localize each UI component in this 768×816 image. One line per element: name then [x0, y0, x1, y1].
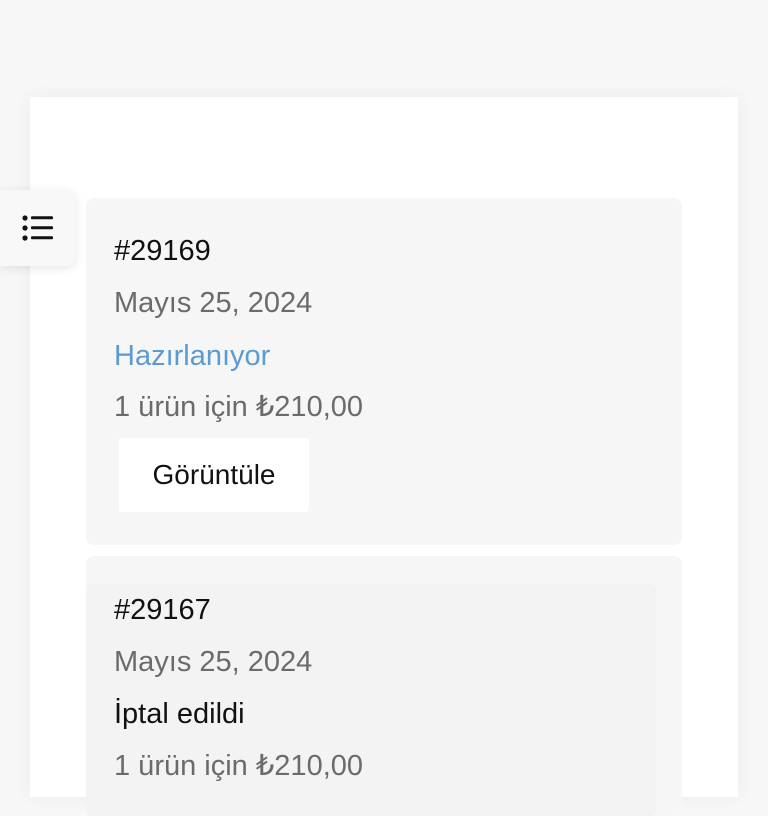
order-card: #29167 Mayıs 25, 2024 İptal edildi 1 ürü… [86, 556, 682, 816]
order-number: #29167 [114, 594, 211, 626]
order-summary: 1 ürün için ₺210,00 [114, 391, 364, 423]
order-status: İptal edildi [114, 698, 245, 730]
toc-toggle-button[interactable] [0, 190, 75, 266]
order-card: #29169 Mayıs 25, 2024 Hazırlanıyor 1 ürü… [86, 198, 682, 545]
list-icon [21, 215, 54, 241]
order-number: #29169 [114, 235, 211, 267]
order-status: Hazırlanıyor [114, 340, 271, 372]
order-date: Mayıs 25, 2024 [114, 646, 313, 678]
order-date: Mayıs 25, 2024 [114, 287, 313, 319]
order-summary: 1 ürün için ₺210,00 [114, 750, 364, 782]
view-order-button[interactable]: Görüntüle [119, 438, 309, 512]
